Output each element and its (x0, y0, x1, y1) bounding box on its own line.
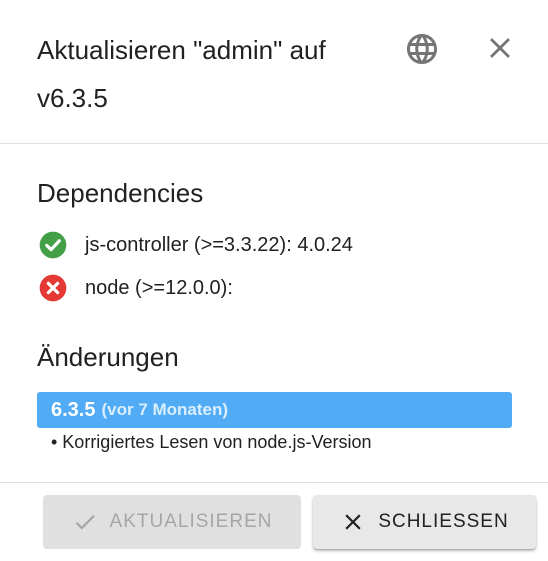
dependency-label: js-controller (>=3.3.22): 4.0.24 (85, 233, 353, 256)
dependency-label: node (>=12.0.0): (85, 276, 233, 299)
changes-title: Änderungen (37, 342, 179, 372)
globe-icon[interactable] (404, 31, 440, 67)
dialog-header: Aktualisieren "admin" auf v6.3.5 (0, 0, 548, 144)
version-header: 6.3.5 (vor 7 Monaten) (37, 392, 512, 428)
dependencies-title: Dependencies (37, 178, 204, 208)
version-age: (vor 7 Monaten) (101, 400, 229, 419)
dialog-footer: AKTUALISIEREN SCHLIESSEN (0, 482, 548, 561)
update-dialog: Aktualisieren "admin" auf v6.3.5 Depende… (0, 0, 548, 561)
dialog-title: Aktualisieren "admin" auf v6.3.5 (37, 35, 326, 113)
check-icon (75, 515, 95, 530)
dependency-row-js-controller: js-controller (>=3.3.22): 4.0.24 (37, 230, 353, 260)
version-number: 6.3.5 (51, 398, 96, 421)
close-button-label: SCHLIESSEN (378, 511, 509, 532)
check-circle-icon (39, 231, 67, 259)
close-button[interactable]: SCHLIESSEN (313, 495, 536, 549)
error-circle-icon (39, 274, 67, 302)
change-entry: • Korrigiertes Lesen von node.js-Version (51, 432, 372, 452)
update-button[interactable]: AKTUALISIEREN (43, 495, 301, 549)
update-button-label: AKTUALISIEREN (109, 511, 273, 532)
dependency-row-node: node (>=12.0.0): (37, 273, 233, 303)
close-icon[interactable] (483, 31, 517, 65)
close-icon (345, 514, 361, 530)
